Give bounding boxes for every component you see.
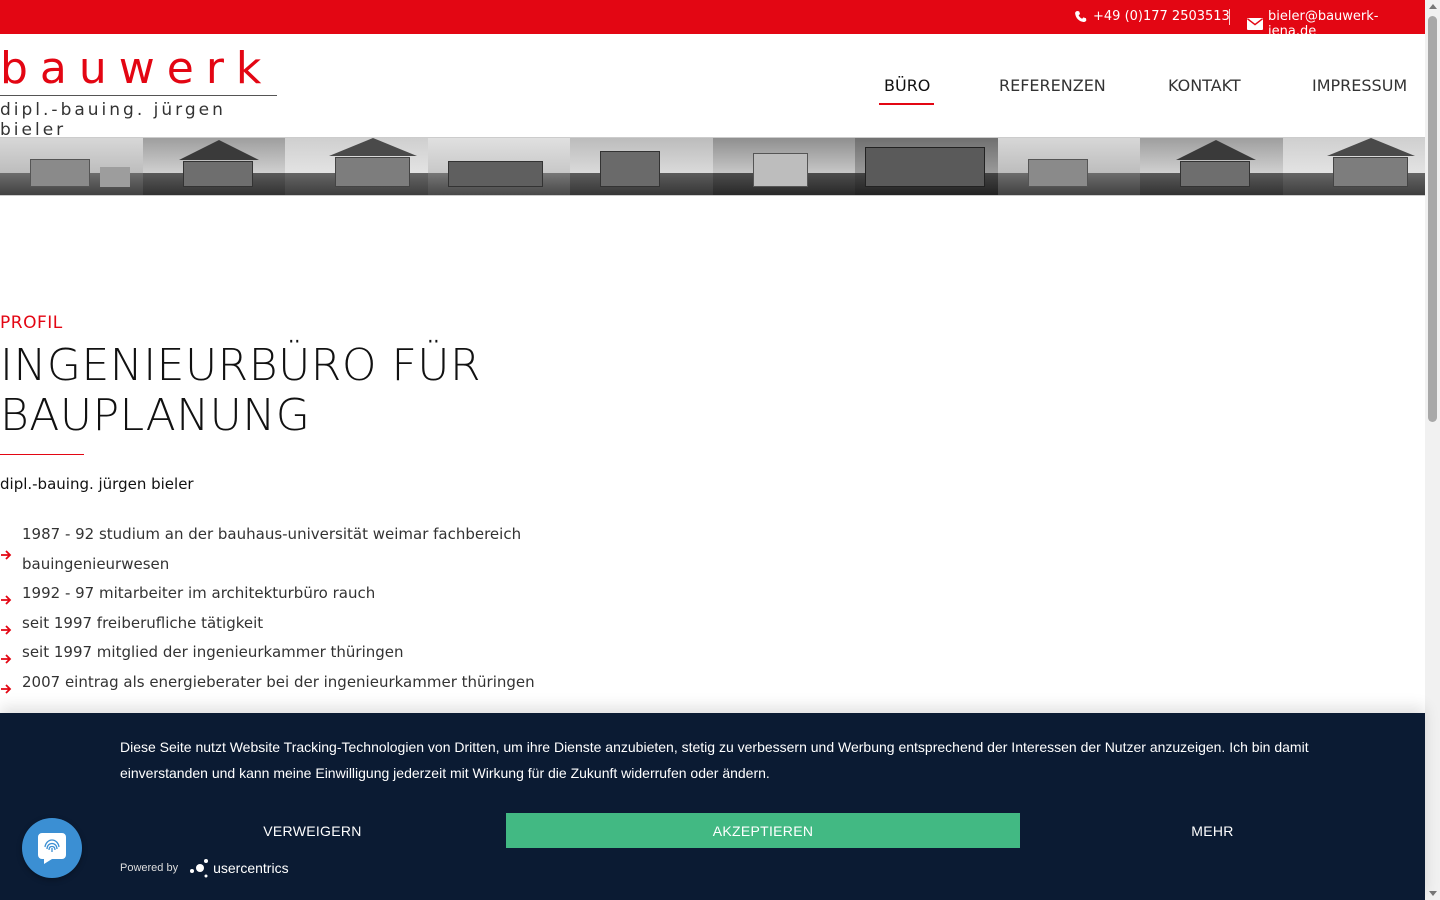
list-item: seit 1997 mitglied der ingenieurkammer t…: [0, 638, 560, 668]
cookie-consent-text: Diese Seite nutzt Website Tracking-Techn…: [120, 739, 1309, 781]
list-item-text: 1992 - 97 mitarbeiter im architekturbüro…: [22, 584, 376, 602]
profile-list: 1987 - 92 studium an der bauhaus-univers…: [0, 520, 560, 697]
house-photo: [997, 138, 1140, 195]
reference-image-strip: [0, 137, 1425, 196]
usercentrics-brand: usercentrics: [213, 860, 289, 876]
nav-item-referenzen[interactable]: REFERENZEN: [999, 76, 1106, 95]
accept-button[interactable]: AKZEPTIEREN: [506, 813, 1020, 848]
house-photo: [142, 138, 285, 195]
scroll-down-arrow-icon[interactable]: [1429, 891, 1437, 896]
envelope-icon: [1247, 18, 1263, 30]
house-photo: [427, 138, 570, 195]
main-nav: BÜRO REFERENZEN KONTAKT IMPRESSUM: [0, 76, 1425, 105]
powered-by[interactable]: Powered by usercentrics: [120, 857, 289, 879]
contact-divider: [1229, 9, 1230, 25]
logo-subtitle: dipl.-bauing. jürgen bieler: [0, 100, 226, 140]
house-photo: [1140, 138, 1283, 195]
deny-button[interactable]: VERWEIGERN: [120, 813, 505, 848]
house-photo: [855, 138, 998, 195]
powered-by-label: Powered by: [120, 862, 179, 874]
page-scrollbar[interactable]: [1425, 0, 1440, 900]
usercentrics-dots-icon: [190, 859, 209, 878]
scroll-up-arrow-icon[interactable]: [1429, 4, 1437, 9]
list-item-text: seit 1997 mitglied der ingenieurkammer t…: [22, 643, 404, 661]
house-photo: [285, 138, 428, 195]
list-item-text: 1987 - 92 studium an der bauhaus-univers…: [22, 525, 522, 573]
owner-name: dipl.-bauing. jürgen bieler: [0, 475, 194, 493]
list-item: 2007 eintrag als energieberater bei der …: [0, 668, 560, 698]
list-item: seit 1997 freiberufliche tätigkeit: [0, 609, 560, 639]
arrow-right-icon: [0, 676, 12, 706]
email-address: bieler@bauwerk-jena.de: [1268, 9, 1379, 39]
house-photo: [0, 138, 143, 195]
nav-active-underline: [879, 103, 934, 105]
nav-item-buero[interactable]: BÜRO: [884, 76, 930, 95]
privacy-settings-button[interactable]: [22, 818, 82, 878]
page-title: INGENIEURBÜRO FÜR BAUPLANUNG: [0, 341, 600, 441]
page-title-line-2: BAUPLANUNG: [0, 390, 311, 441]
list-item-text: 2007 eintrag als energieberater bei der …: [22, 672, 535, 691]
list-item: 1987 - 92 studium an der bauhaus-univers…: [0, 520, 560, 579]
section-eyebrow: PROFIL: [0, 313, 63, 333]
fingerprint-icon: [38, 833, 66, 864]
nav-item-kontakt[interactable]: KONTAKT: [1168, 76, 1241, 95]
phone-icon: [1074, 10, 1088, 24]
cookie-consent-banner: Diese Seite nutzt Website Tracking-Techn…: [0, 713, 1425, 900]
house-photo: [712, 138, 855, 195]
house-photo: [1282, 138, 1425, 195]
phone-link[interactable]: +49 (0)177 2503513: [1074, 9, 1230, 24]
more-button[interactable]: MEHR: [1020, 813, 1405, 848]
nav-item-impressum[interactable]: IMPRESSUM: [1312, 76, 1407, 95]
email-link[interactable]: bieler@bauwerk-jena.de: [1247, 9, 1425, 39]
title-underline: [0, 454, 84, 455]
scrollbar-thumb[interactable]: [1428, 16, 1437, 422]
top-contact-bar: +49 (0)177 2503513 bieler@bauwerk-jena.d…: [0, 0, 1425, 39]
arrow-right-icon: [0, 542, 12, 572]
house-photo: [570, 138, 713, 195]
list-item: 1992 - 97 mitarbeiter im architekturbüro…: [0, 579, 560, 609]
phone-number: +49 (0)177 2503513: [1093, 9, 1230, 24]
usercentrics-logo: usercentrics: [188, 857, 289, 879]
list-item-text: seit 1997 freiberufliche tätigkeit: [22, 613, 264, 632]
page-title-line-1: INGENIEURBÜRO FÜR: [0, 340, 482, 391]
